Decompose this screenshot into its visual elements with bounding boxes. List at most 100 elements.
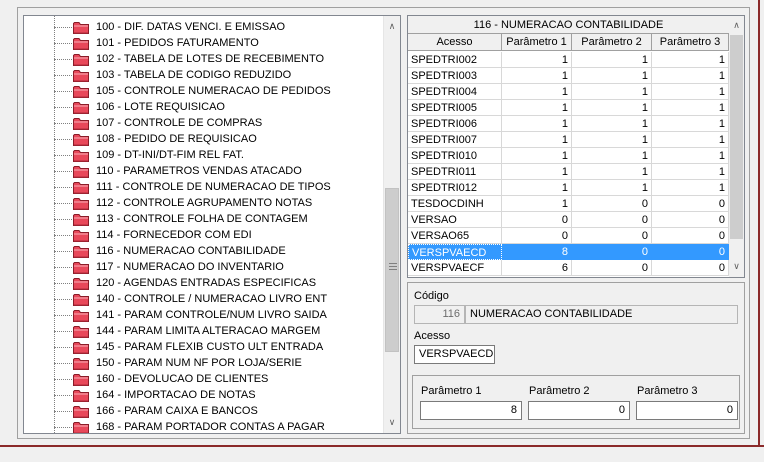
parametro-2-cell[interactable]: 0 [572,260,652,276]
column-header-parametro-2[interactable]: Parâmetro 2 [572,34,652,51]
tree-item[interactable]: 141 - PARAM CONTROLE/NUM LIVRO SAIDA [24,307,384,323]
parametro-2-cell[interactable]: 1 [572,164,652,180]
acesso-cell[interactable]: VERSAO65 [408,228,502,244]
grid-row[interactable]: SPEDTRI007 1 1 1 [408,132,729,148]
tree-item[interactable]: 114 - FORNECEDOR COM EDI [24,227,384,243]
acesso-cell[interactable]: SPEDTRI011 [408,164,502,180]
parametro-2-field[interactable]: 0 [528,401,630,420]
parametro-2-cell[interactable]: 1 [572,116,652,132]
tree-item[interactable]: 145 - PARAM FLEXIB CUSTO ULT ENTRADA [24,339,384,355]
parametro-3-cell[interactable]: 0 [652,212,729,228]
parametro-3-cell[interactable]: 1 [652,164,729,180]
grid-row[interactable]: SPEDTRI012 1 1 1 [408,180,729,196]
parametro-2-cell[interactable]: 0 [572,212,652,228]
parametro-3-cell[interactable]: 0 [652,228,729,244]
tree-item[interactable]: 109 - DT-INI/DT-FIM REL FAT. [24,147,384,163]
tree-item[interactable]: 117 - NUMERACAO DO INVENTARIO [24,259,384,275]
parametro-1-cell[interactable]: 1 [502,116,572,132]
tree-item[interactable]: 166 - PARAM CAIXA E BANCOS [24,403,384,419]
parametro-1-cell[interactable]: 1 [502,52,572,68]
parametro-2-cell[interactable]: 1 [572,84,652,100]
tree-item[interactable]: 110 - PARAMETROS VENDAS ATACADO [24,163,384,179]
tree-item[interactable]: 111 - CONTROLE DE NUMERACAO DE TIPOS [24,179,384,195]
tree-item[interactable]: 150 - PARAM NUM NF POR LOJA/SERIE [24,355,384,371]
parametro-1-cell[interactable]: 1 [502,84,572,100]
parametro-2-cell[interactable]: 0 [572,196,652,212]
parametro-2-cell[interactable]: 1 [572,68,652,84]
parameter-tree[interactable]: 100 - DIF. DATAS VENCI. E EMISSAO 101 - P… [23,15,401,434]
parametro-3-cell[interactable]: 0 [652,244,729,260]
tree-item[interactable]: 100 - DIF. DATAS VENCI. E EMISSAO [24,19,384,35]
parametro-2-cell[interactable]: 1 [572,180,652,196]
parametro-1-field[interactable]: 8 [420,401,522,420]
parametro-1-cell[interactable]: 1 [502,148,572,164]
grid-row[interactable]: VERSPVAECD 8 0 0 [408,244,729,260]
parametro-1-cell[interactable]: 0 [502,228,572,244]
grid-vertical-scrollbar[interactable]: ∧ ∨ [729,16,744,277]
column-header-acesso[interactable]: Acesso [408,34,502,51]
grid-row[interactable]: SPEDTRI004 1 1 1 [408,84,729,100]
tree-scroll-up-button[interactable]: ∧ [384,18,400,35]
acesso-cell[interactable]: TESDOCDINH [408,196,502,212]
acesso-cell[interactable]: SPEDTRI004 [408,84,502,100]
parametro-3-field[interactable]: 0 [636,401,738,420]
tree-scroll-down-button[interactable]: ∨ [384,414,400,431]
grid-row[interactable]: VERSAO65 0 0 0 [408,228,729,244]
parametro-3-cell[interactable]: 1 [652,68,729,84]
grid-scroll-thumb[interactable] [730,35,743,239]
parametro-1-cell[interactable]: 1 [502,100,572,116]
column-header-parametro-1[interactable]: Parâmetro 1 [502,34,572,51]
parametro-1-cell[interactable]: 1 [502,196,572,212]
acesso-cell[interactable]: SPEDTRI002 [408,52,502,68]
grid-row[interactable]: SPEDTRI011 1 1 1 [408,164,729,180]
parametro-3-cell[interactable]: 1 [652,148,729,164]
parametro-3-cell[interactable]: 1 [652,100,729,116]
grid-scroll-down-button[interactable]: ∨ [729,258,744,275]
tree-vertical-scrollbar[interactable]: ∧ ∨ [383,16,400,433]
tree-item[interactable]: 160 - DEVOLUCAO DE CLIENTES [24,371,384,387]
parametro-1-cell[interactable]: 6 [502,260,572,276]
grid-row[interactable]: SPEDTRI002 1 1 1 [408,52,729,68]
grid-row[interactable]: SPEDTRI010 1 1 1 [408,148,729,164]
acesso-cell[interactable]: SPEDTRI003 [408,68,502,84]
tree-scroll-thumb[interactable] [385,188,399,352]
tree-item[interactable]: 164 - IMPORTACAO DE NOTAS [24,387,384,403]
parametro-3-cell[interactable]: 1 [652,132,729,148]
tree-item[interactable]: 103 - TABELA DE CODIGO REDUZIDO [24,67,384,83]
grid-row[interactable]: SPEDTRI005 1 1 1 [408,100,729,116]
parameters-grid[interactable]: 116 - NUMERACAO CONTABILIDADE Acesso Par… [407,15,745,278]
parametro-2-cell[interactable]: 1 [572,132,652,148]
tree-item[interactable]: 106 - LOTE REQUISICAO [24,99,384,115]
parametro-1-cell[interactable]: 8 [502,244,572,260]
acesso-cell[interactable]: VERSPVAECD [408,244,502,260]
tree-item[interactable]: 140 - CONTROLE / NUMERACAO LIVRO ENT [24,291,384,307]
parametro-1-cell[interactable]: 1 [502,68,572,84]
grid-row[interactable]: VERSPVAECF 6 0 0 [408,260,729,276]
parametro-2-cell[interactable]: 1 [572,52,652,68]
parametro-3-cell[interactable]: 0 [652,196,729,212]
acesso-field[interactable]: VERSPVAECD [414,345,495,364]
parametro-3-cell[interactable]: 1 [652,180,729,196]
tree-item[interactable]: 102 - TABELA DE LOTES DE RECEBIMENTO [24,51,384,67]
parametro-1-cell[interactable]: 0 [502,212,572,228]
tree-item[interactable]: 105 - CONTROLE NUMERACAO DE PEDIDOS [24,83,384,99]
acesso-cell[interactable]: SPEDTRI010 [408,148,502,164]
tree-item[interactable]: 112 - CONTROLE AGRUPAMENTO NOTAS [24,195,384,211]
acesso-cell[interactable]: VERSAO [408,212,502,228]
tree-item[interactable]: 116 - NUMERACAO CONTABILIDADE [24,243,384,259]
parametro-2-cell[interactable]: 0 [572,228,652,244]
grid-row[interactable]: SPEDTRI006 1 1 1 [408,116,729,132]
parametro-3-cell[interactable]: 1 [652,116,729,132]
tree-item[interactable]: 108 - PEDIDO DE REQUISICAO [24,131,384,147]
grid-row[interactable]: VERSAO 0 0 0 [408,212,729,228]
tree-item[interactable]: 107 - CONTROLE DE COMPRAS [24,115,384,131]
parametro-2-cell[interactable]: 1 [572,148,652,164]
tree-item[interactable]: 168 - PARAM PORTADOR CONTAS A PAGAR [24,419,384,433]
parametro-3-cell[interactable]: 0 [652,260,729,276]
parametro-1-cell[interactable]: 1 [502,164,572,180]
parametro-2-cell[interactable]: 0 [572,244,652,260]
acesso-cell[interactable]: SPEDTRI012 [408,180,502,196]
parametro-1-cell[interactable]: 1 [502,132,572,148]
acesso-cell[interactable]: SPEDTRI006 [408,116,502,132]
acesso-cell[interactable]: SPEDTRI007 [408,132,502,148]
